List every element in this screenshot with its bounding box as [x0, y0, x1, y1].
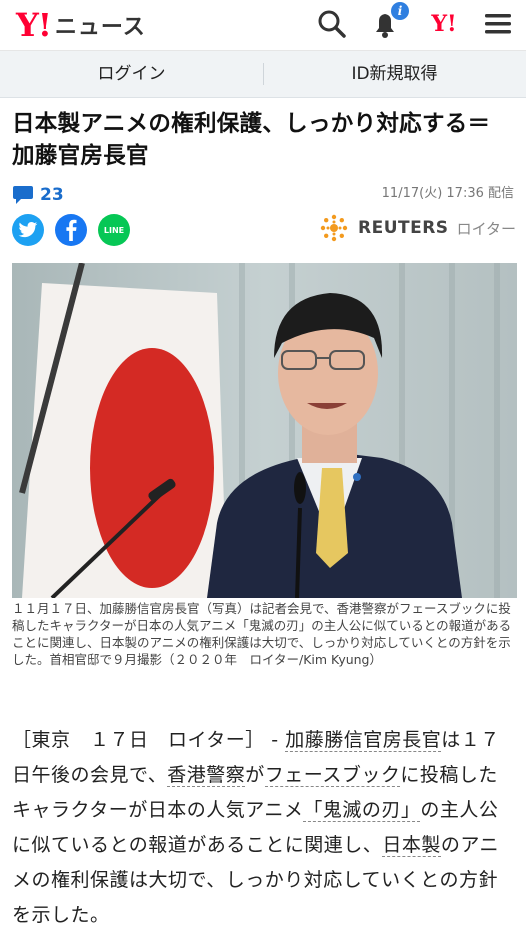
keyword-link[interactable]: 日本製 [382, 834, 441, 857]
auth-bar: ログイン ID新規取得 [0, 51, 526, 98]
facebook-icon [66, 219, 77, 241]
source-reuters[interactable]: REUTERS ロイター [318, 211, 516, 245]
article-headline: 日本製アニメの権利保護、しっかり対応する＝加藤官房長官 [12, 111, 491, 169]
twitter-icon [18, 222, 38, 238]
comment-icon [13, 186, 33, 204]
reuters-kana: ロイター [456, 219, 516, 238]
keyword-link[interactable]: 「鬼滅の刃」 [303, 799, 421, 822]
reuters-logo-icon [320, 214, 348, 242]
auth-divider [263, 63, 264, 85]
article-photo[interactable] [12, 263, 517, 598]
login-link[interactable]: ログイン [0, 51, 263, 97]
photo-caption: １１月１７日、加藤勝信官房長官（写真）は記者会見で、香港警察がフェースブックに投… [12, 601, 512, 667]
facebook-share-button[interactable] [55, 214, 87, 246]
twitter-share-button[interactable] [12, 214, 44, 246]
app-header: Y! ニュース i Y! [0, 0, 526, 51]
news-logo-text: ニュース [54, 15, 146, 40]
yahoo-news-logo[interactable]: Y! ニュース [16, 6, 146, 44]
line-icon: LINE [103, 225, 125, 235]
keyword-link[interactable]: 加藤勝信官房長官 [285, 729, 442, 752]
search-icon[interactable] [314, 6, 350, 42]
share-buttons: LINE [12, 214, 130, 246]
publish-date: 11/17(火) 17:36 配信 [381, 186, 514, 201]
comments-link[interactable]: 23 [12, 183, 64, 207]
signup-link[interactable]: ID新規取得 [263, 51, 526, 97]
yahoo-icon[interactable]: Y! [422, 6, 466, 42]
body-text: が [245, 764, 265, 786]
body-text: ［東京 １７日 ロイター］ - [12, 729, 286, 751]
article-body: ［東京 １７日 ロイター］ - 加藤勝信官房長官は１７日午後の会見で、香港警察が… [12, 723, 517, 933]
menu-icon[interactable] [480, 6, 516, 42]
keyword-link[interactable]: 香港警察 [167, 764, 246, 787]
reuters-name: REUTERS [358, 218, 449, 238]
keyword-link[interactable]: フェースブック [264, 764, 401, 787]
yahoo-logo-mark: Y! [16, 6, 52, 44]
comment-count: 23 [40, 185, 64, 205]
notification-badge[interactable]: i [391, 2, 409, 20]
line-share-button[interactable]: LINE [98, 214, 130, 246]
